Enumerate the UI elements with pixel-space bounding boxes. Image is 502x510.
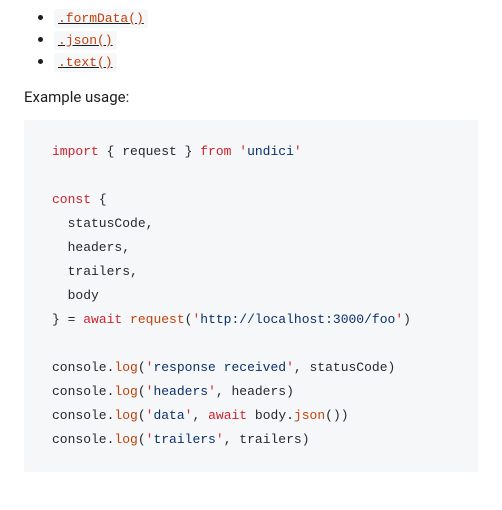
- list-item: .formData(): [54, 8, 478, 26]
- doc-content: .formData() .json() .text() Example usag…: [0, 0, 502, 472]
- list-item: .text(): [54, 52, 478, 70]
- link-json[interactable]: .json(): [54, 30, 117, 48]
- code-inline: .json(): [54, 31, 117, 50]
- code-example: import { request } from 'undici' const {…: [24, 120, 478, 472]
- link-formdata[interactable]: .formData(): [54, 8, 148, 26]
- link-text[interactable]: .text(): [54, 52, 117, 70]
- list-item: .json(): [54, 30, 478, 48]
- example-usage-label: Example usage:: [24, 88, 478, 106]
- code-inline: .text(): [54, 53, 117, 72]
- api-method-list: .formData() .json() .text(): [24, 8, 478, 70]
- code-inline: .formData(): [54, 9, 148, 28]
